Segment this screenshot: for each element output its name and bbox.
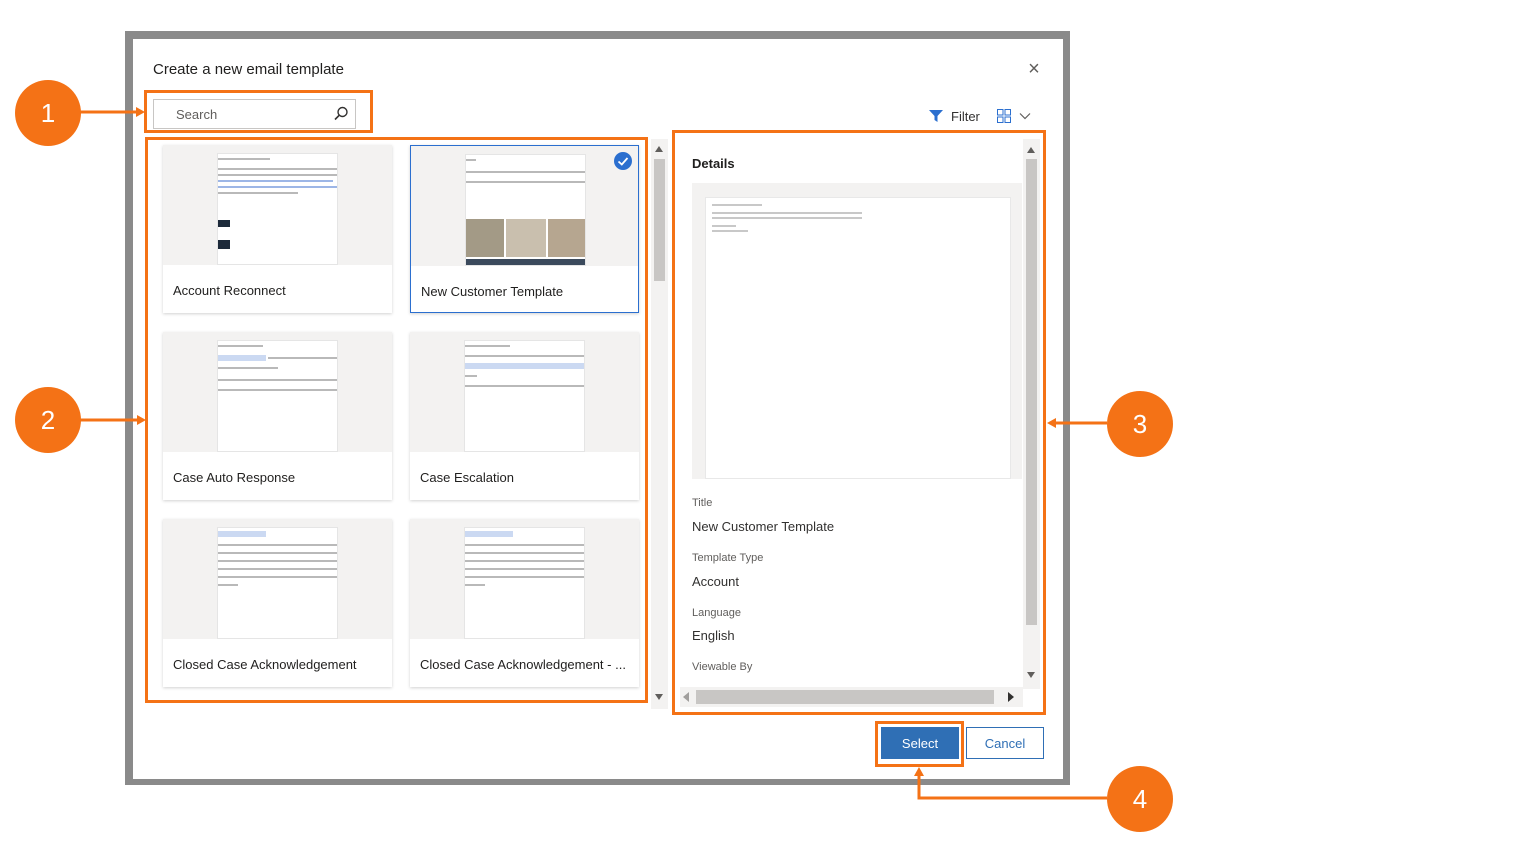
gallery-scrollbar[interactable]	[651, 139, 668, 709]
callout-number-3: 3	[1107, 391, 1173, 457]
dialog-title: Create a new email template	[153, 61, 344, 78]
callout-number-2: 2	[15, 387, 81, 453]
scroll-up-icon[interactable]	[655, 146, 663, 152]
callout-box-select	[875, 721, 964, 767]
grid-view-icon	[997, 109, 1011, 123]
filter-label: Filter	[951, 108, 980, 124]
chevron-down-icon	[1019, 113, 1031, 120]
close-icon[interactable]: ×	[1023, 59, 1045, 81]
callout-number-1: 1	[15, 80, 81, 146]
filter-icon	[929, 110, 943, 122]
scroll-down-icon[interactable]	[655, 694, 663, 700]
filter-button[interactable]: Filter	[929, 105, 980, 127]
callout-box-details	[672, 130, 1046, 715]
callout-number-4: 4	[1107, 766, 1173, 832]
cancel-button[interactable]: Cancel	[966, 727, 1044, 759]
view-switcher[interactable]	[997, 105, 1031, 127]
scrollbar-thumb[interactable]	[654, 159, 665, 281]
callout-box-gallery	[145, 137, 648, 703]
callout-box-search	[144, 90, 373, 133]
